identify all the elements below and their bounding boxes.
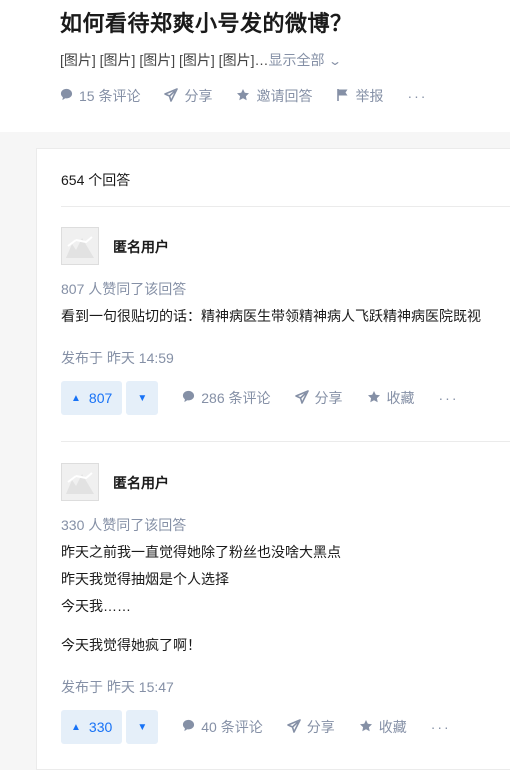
answer-more-button[interactable]: ··· (439, 390, 459, 406)
answer-content-line[interactable]: 昨天之前我一直觉得她除了粉丝也没啥大黑点 (61, 541, 341, 563)
question-header: 如何看待郑爽小号发的微博？ [图片] [图片] [图片] [图片] [图片]…显… (0, 0, 510, 132)
author-name[interactable]: 匿名用户 (113, 237, 169, 257)
divider (61, 206, 510, 207)
comments-button[interactable]: 15 条评论 (60, 86, 140, 106)
report-button[interactable]: 举报 (336, 86, 383, 106)
upvote-count: 807 (88, 390, 113, 406)
author-name[interactable]: 匿名用户 (113, 473, 169, 493)
question-title[interactable]: 如何看待郑爽小号发的微博？ (60, 6, 353, 38)
vote-count-text: 807 人赞同了该回答 (61, 281, 187, 297)
chevron-down-icon[interactable]: ⌄ (328, 54, 342, 68)
share-icon (164, 87, 179, 105)
question-excerpt[interactable]: [图片] [图片] [图片] [图片] [图片]…显示全部 ⌄ (60, 50, 343, 70)
comment-icon (182, 719, 195, 735)
share-icon (294, 389, 309, 407)
downvote-triangle-icon: ▼ (137, 392, 148, 404)
star-icon (367, 390, 381, 407)
star-icon (236, 88, 250, 105)
answer-content-line[interactable]: 今天我觉得她疯了啊！ (61, 634, 201, 656)
published-time[interactable]: 发布于 昨天 15:47 (61, 677, 174, 697)
upvote-count: 330 (88, 719, 113, 735)
answer-comments-label: 40 条评论 (201, 719, 263, 735)
answer-content-line[interactable]: 昨天我觉得抽烟是个人选择 (61, 568, 229, 590)
answer-comments-button[interactable]: 40 条评论 (182, 717, 263, 737)
answer-comments-label: 286 条评论 (201, 390, 271, 406)
comment-icon (182, 390, 195, 406)
collect-label: 收藏 (378, 719, 407, 735)
upvote-button[interactable]: ▲ 807 (61, 381, 123, 415)
invite-label: 邀请回答 (256, 88, 313, 104)
invite-answer-button[interactable]: 邀请回答 (236, 86, 312, 106)
star-icon (359, 719, 373, 736)
answer-share-label: 分享 (306, 719, 335, 735)
downvote-triangle-icon: ▼ (137, 721, 148, 733)
answer-share-button[interactable]: 分享 (286, 717, 335, 737)
report-label: 举报 (355, 88, 384, 104)
answer-share-label: 分享 (314, 390, 343, 406)
comment-icon (60, 88, 73, 104)
answer-more-button[interactable]: ··· (431, 719, 451, 735)
answer-action-bar: ▲ 807 ▼ 286 条评论 分享 收藏 ··· (61, 381, 459, 415)
answers-panel: 654 个回答 匿名用户 807 人赞同了该回答 看到一句很贴切的话：精神病医生… (36, 148, 510, 770)
share-icon (286, 718, 301, 736)
upvote-triangle-icon: ▲ (71, 392, 81, 404)
share-label: 分享 (184, 88, 213, 104)
divider (61, 441, 510, 442)
answer-content-line[interactable]: 看到一句很贴切的话：精神病医生带领精神病人飞跃精神病医院既视 (61, 305, 481, 327)
collect-button[interactable]: 收藏 (367, 388, 415, 408)
flag-icon (336, 88, 349, 105)
answers-count: 654 个回答 (61, 172, 131, 188)
downvote-button[interactable]: ▼ (126, 381, 159, 415)
comments-label: 15 条评论 (79, 88, 141, 104)
collect-label: 收藏 (386, 390, 415, 406)
share-button[interactable]: 分享 (164, 86, 212, 106)
upvote-triangle-icon: ▲ (71, 721, 81, 733)
downvote-button[interactable]: ▼ (126, 710, 159, 744)
avatar[interactable] (61, 463, 99, 501)
collect-button[interactable]: 收藏 (359, 717, 407, 737)
question-excerpt-text: [图片] [图片] [图片] [图片] [图片]… (60, 52, 269, 68)
more-options-button[interactable]: ··· (407, 88, 427, 104)
answer-share-button[interactable]: 分享 (294, 388, 343, 408)
published-time[interactable]: 发布于 昨天 14:59 (61, 348, 174, 368)
upvote-button[interactable]: ▲ 330 (61, 710, 123, 744)
answer-comments-button[interactable]: 286 条评论 (182, 388, 271, 408)
answer-action-bar: ▲ 330 ▼ 40 条评论 分享 收藏 ··· (61, 710, 451, 744)
avatar[interactable] (61, 227, 99, 265)
vote-count-text: 330 人赞同了该回答 (61, 517, 187, 533)
answer-content-line[interactable]: 今天我…… (61, 595, 131, 617)
question-actions: 15 条评论 分享 邀请回答 举报 ··· (60, 86, 451, 106)
show-all-link[interactable]: 显示全部 (268, 52, 324, 68)
